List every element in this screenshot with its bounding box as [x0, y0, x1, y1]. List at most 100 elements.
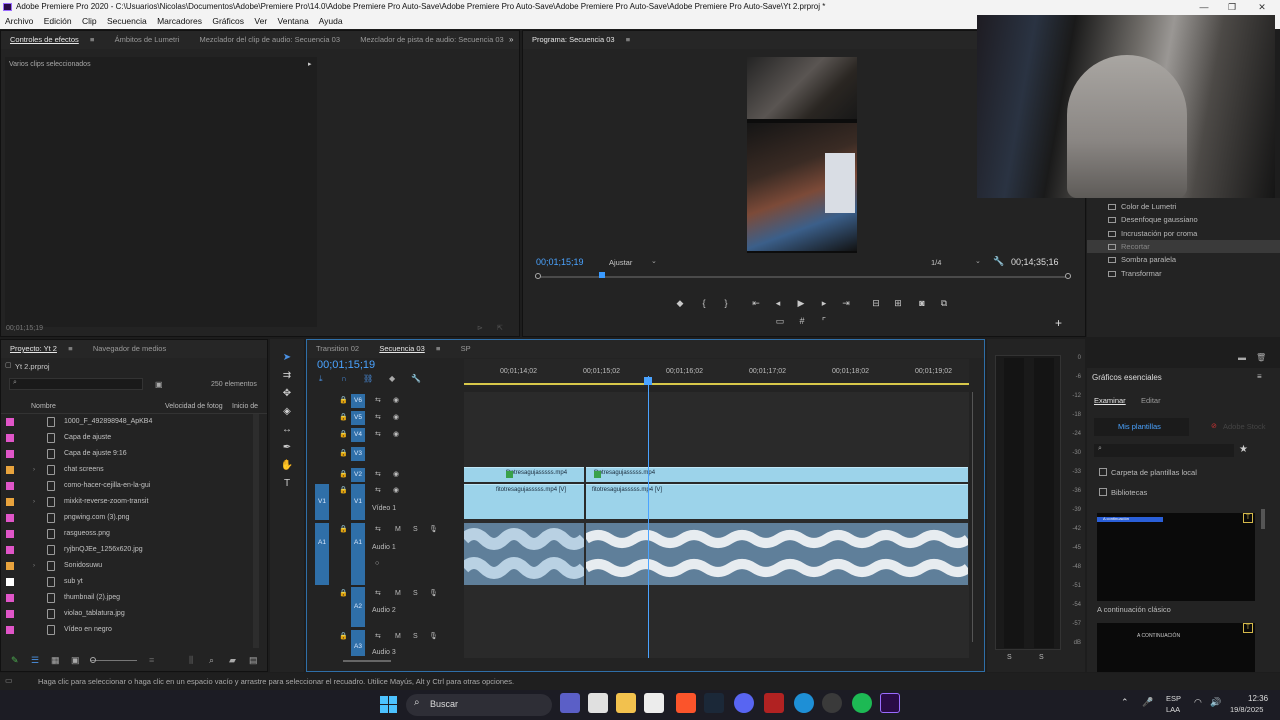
track-a3-button[interactable]: A3 — [351, 630, 365, 656]
tab-browse[interactable]: Examinar — [1094, 396, 1126, 405]
lock-icon[interactable]: 🔒 — [339, 523, 348, 537]
source-v1-button[interactable]: V1 — [315, 484, 329, 520]
slip-icon[interactable]: ↔ — [280, 423, 294, 437]
effect-item-transform[interactable]: Transformar — [1108, 269, 1162, 278]
effect-item-chroma[interactable]: Incrustación por croma — [1108, 229, 1197, 238]
menu-edicion[interactable]: Edición — [44, 16, 72, 26]
solo-right-button[interactable]: S — [1039, 654, 1044, 661]
sync-lock-icon[interactable]: ⇆ — [375, 484, 381, 498]
timeline-vertical-scrollbar[interactable] — [972, 392, 973, 642]
menu-secuencia[interactable]: Secuencia — [107, 16, 147, 26]
sync-lock-icon[interactable]: ⇆ — [375, 428, 381, 442]
tab-media-browser[interactable]: Navegador de medios — [84, 340, 175, 358]
tab-sp[interactable]: SP — [452, 340, 480, 358]
linked-selection-icon[interactable]: ⛓ — [363, 374, 373, 383]
eye-icon[interactable]: ◉ — [393, 411, 399, 425]
project-bin-row[interactable]: › chat screens — [1, 462, 259, 478]
project-item-row[interactable]: sub yt — [1, 574, 259, 590]
panel-menu-icon[interactable]: ≡ — [90, 31, 103, 49]
effect-item-gaussian[interactable]: Desenfoque gaussiano — [1108, 215, 1198, 224]
file-explorer-icon[interactable] — [616, 693, 636, 713]
tab-edit[interactable]: Editar — [1141, 396, 1161, 405]
project-item-row[interactable]: como-hacer-cejilla-en-la-gui — [1, 478, 259, 494]
program-menu-icon[interactable]: ≡ — [626, 31, 639, 49]
work-area-bar[interactable] — [464, 383, 969, 385]
solo-button[interactable]: S — [413, 630, 418, 644]
close-icon[interactable]: ✕ — [1248, 0, 1276, 14]
spotify-icon[interactable] — [852, 693, 872, 713]
eye-icon[interactable]: ◉ — [393, 394, 399, 408]
tab-effect-controls[interactable]: Controles de efectos — [1, 31, 88, 49]
track-v1-button[interactable]: V1 — [351, 484, 365, 520]
column-name[interactable]: Nombre — [31, 403, 56, 410]
wrench-icon[interactable]: 🔧 — [993, 256, 1004, 267]
edge-icon[interactable] — [794, 693, 814, 713]
menu-marcadores[interactable]: Marcadores — [157, 16, 202, 26]
star-icon[interactable]: ★ — [1239, 444, 1248, 455]
mute-button[interactable]: M — [395, 630, 401, 644]
go-to-in-icon[interactable]: ⇤ — [749, 297, 763, 309]
trash-icon[interactable]: 🗑 — [1256, 353, 1266, 362]
steam-icon[interactable] — [704, 693, 724, 713]
project-item-row[interactable]: rasgueoss.png — [1, 526, 259, 542]
notion-icon[interactable] — [588, 693, 608, 713]
graphics-menu-icon[interactable]: ≡ — [1257, 372, 1262, 381]
icon-view-icon[interactable]: ▦ — [51, 655, 60, 666]
program-scrub-bar[interactable] — [535, 272, 1071, 282]
expand-chevron-icon[interactable]: › — [33, 558, 35, 574]
lock-icon[interactable]: 🔒 — [339, 484, 348, 498]
tab-program[interactable]: Programa: Secuencia 03 — [523, 31, 624, 49]
timeline-zoom-bar[interactable] — [343, 660, 391, 662]
zoom-slider[interactable] — [91, 660, 137, 661]
tab-audio-clip-mixer[interactable]: Mezclador del clip de audio: Secuencia 0… — [191, 31, 350, 49]
microphone-icon[interactable]: 🎙 — [429, 630, 438, 644]
insert-nest-icon[interactable]: ⤓ — [319, 374, 323, 384]
menu-clip[interactable]: Clip — [82, 16, 97, 26]
effect-item-crop[interactable]: Recortar — [1108, 242, 1150, 251]
mute-button[interactable]: M — [395, 523, 401, 537]
step-back-icon[interactable]: ◂ — [771, 297, 785, 309]
new-folder-icon[interactable]: ▬ — [1238, 353, 1246, 362]
project-menu-icon[interactable]: ≡ — [68, 340, 81, 358]
tab-lumetri-scopes[interactable]: Ámbitos de Lumetri — [106, 31, 189, 49]
project-item-row[interactable]: Capa de ajuste 9:16 — [1, 446, 259, 462]
track-v2-button[interactable]: V2 — [351, 468, 365, 482]
sync-lock-icon[interactable]: ⇆ — [375, 630, 381, 644]
pencil-icon[interactable]: ✎ — [11, 655, 19, 666]
new-item-icon[interactable]: ▤ — [249, 655, 258, 666]
eye-icon[interactable]: ◉ — [393, 428, 399, 442]
lock-icon[interactable]: 🔒 — [339, 630, 348, 644]
quality-dropdown[interactable]: 1/4 — [931, 258, 941, 267]
microphone-icon[interactable]: 🎙 — [429, 587, 438, 601]
automate-icon[interactable]: ⫼ — [189, 655, 193, 666]
menu-ver[interactable]: Ver — [254, 16, 267, 26]
timeline-ruler[interactable]: 00;01;14;02 00;01;15;02 00;01;16;02 00;01;1… — [464, 359, 969, 387]
track-a1-button[interactable]: A1 — [351, 523, 365, 585]
project-item-row[interactable]: 1000_F_492898948_ApKB4 — [1, 414, 259, 430]
go-to-out-icon[interactable]: ⇥ — [839, 297, 853, 309]
compare-icon[interactable]: ⧉ — [937, 297, 951, 309]
eye-icon[interactable]: ◉ — [393, 484, 399, 498]
extract-icon[interactable]: ⊞ — [891, 297, 905, 309]
project-item-row[interactable]: pngwing.com (3).png — [1, 510, 259, 526]
mute-button[interactable]: M — [395, 587, 401, 601]
marker-icon[interactable]: ◆ — [673, 297, 687, 309]
lift-icon[interactable]: ⊟ — [869, 297, 883, 309]
type-icon[interactable]: T — [280, 477, 294, 491]
menu-ayuda[interactable]: Ayuda — [319, 16, 343, 26]
project-search-input[interactable]: ⌕ — [9, 378, 143, 390]
program-timecode[interactable]: 00;01;15;19 — [536, 257, 584, 267]
menu-graficos[interactable]: Gráficos — [212, 16, 244, 26]
solo-button[interactable]: S — [413, 523, 418, 537]
graphics-search-input[interactable]: ⌕ — [1094, 444, 1234, 457]
fit-dropdown[interactable]: Ajustar — [609, 258, 632, 267]
eye-icon[interactable]: ◉ — [393, 468, 399, 482]
taskbar-search[interactable]: ⌕ Buscar — [406, 694, 552, 716]
safe-margins-icon[interactable]: ▭ — [773, 315, 787, 327]
freeform-view-icon[interactable]: ▣ — [71, 655, 80, 666]
project-item-row[interactable]: ryjbnQJEe_1256x620.jpg — [1, 542, 259, 558]
selection-tool-icon[interactable]: ➤ — [280, 351, 294, 365]
timeline-timecode[interactable]: 00;01;15;19 — [317, 359, 375, 371]
language-code[interactable]: ESP — [1166, 694, 1181, 703]
crop-icon[interactable]: ⌜ — [817, 315, 831, 327]
